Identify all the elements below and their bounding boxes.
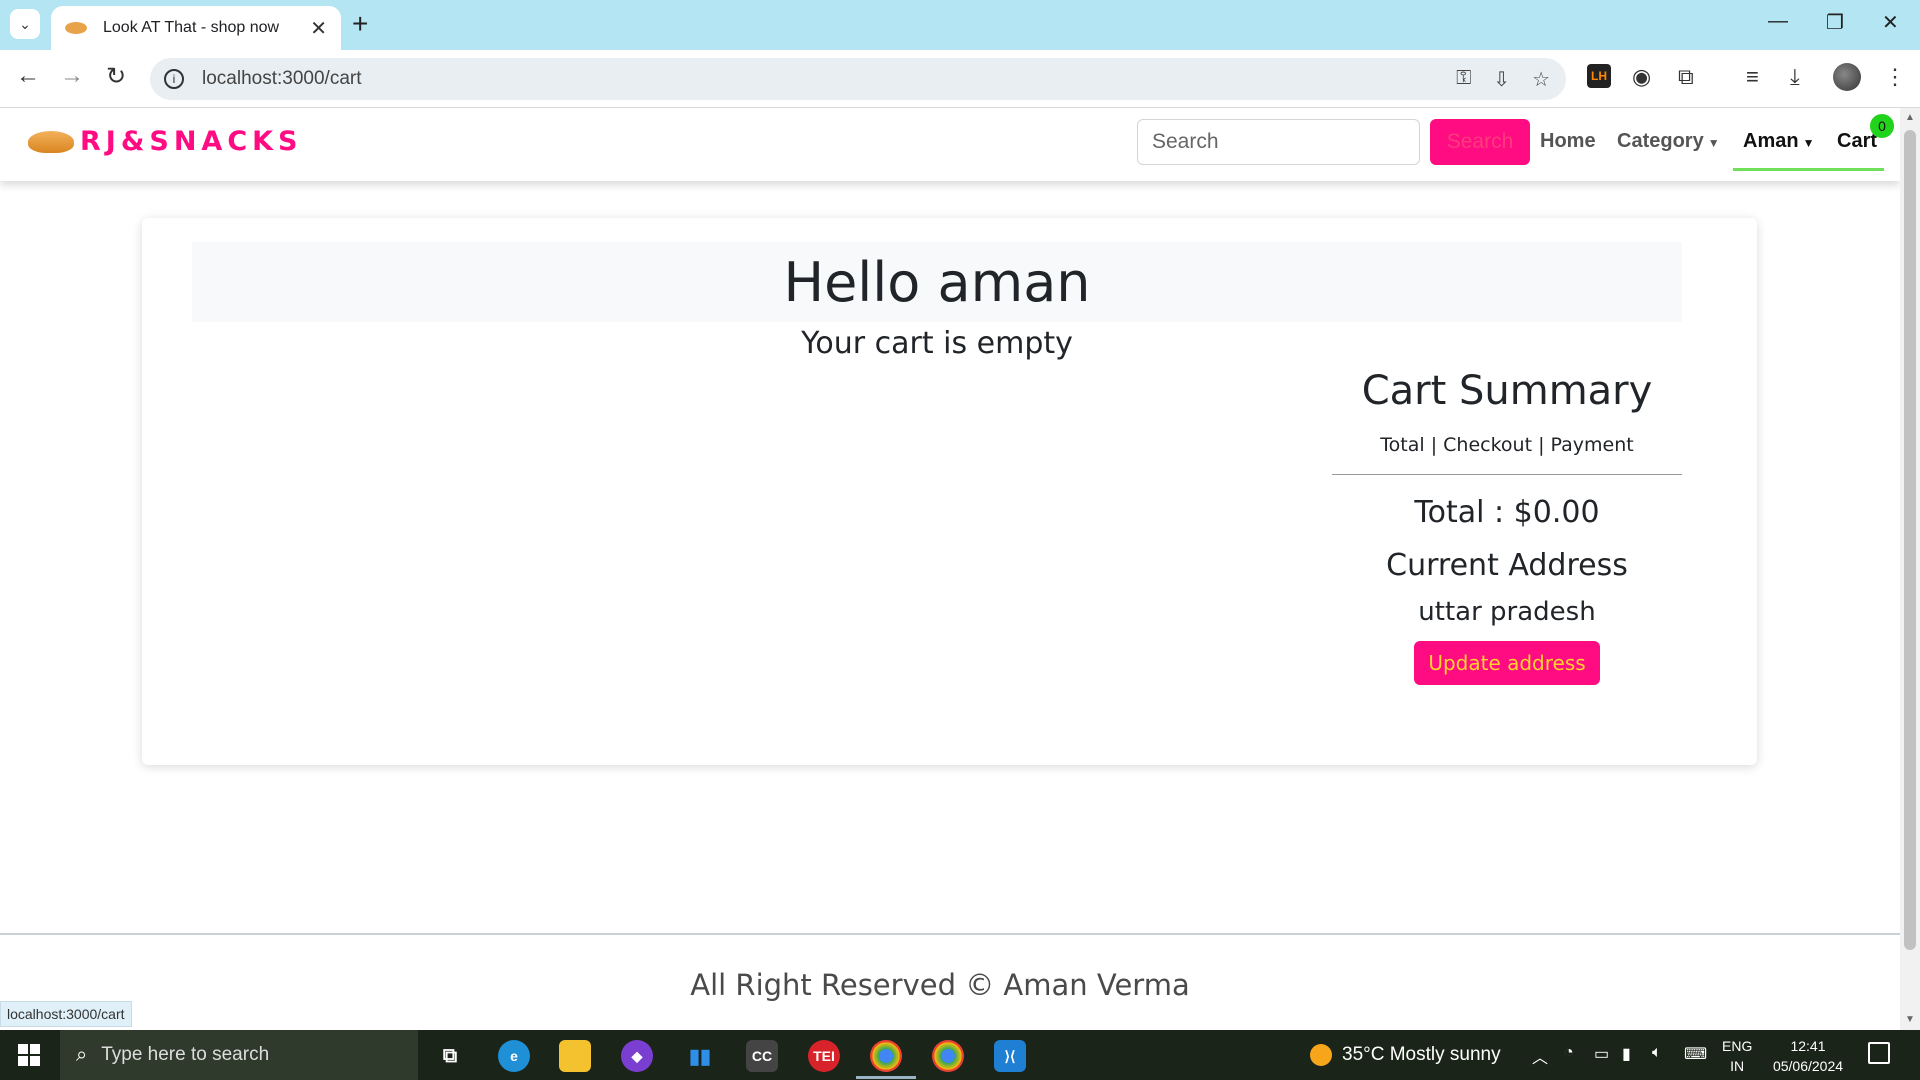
restore-icon[interactable]: ❐: [1826, 10, 1844, 35]
footer-copyright: All Right Reserved © Aman Verma: [690, 968, 1190, 1002]
search-button[interactable]: Search: [1430, 119, 1530, 165]
avatar[interactable]: [1833, 63, 1861, 91]
site-info-icon[interactable]: i: [164, 69, 184, 89]
volume-icon[interactable]: 🔈︎: [1652, 1044, 1662, 1062]
brand-name: RJ&SNACKS: [80, 126, 303, 157]
scroll-up-icon[interactable]: ▲: [1905, 112, 1915, 123]
notification-icon[interactable]: [1868, 1042, 1890, 1064]
show-hidden-icons[interactable]: ︿: [1532, 1044, 1548, 1068]
download-icon[interactable]: ⤓: [1790, 64, 1800, 90]
new-tab-icon[interactable]: +: [352, 8, 368, 40]
menu-dots-icon[interactable]: ⋮: [1884, 64, 1906, 90]
browser-tab[interactable]: Look AT That - shop now ✕: [51, 6, 341, 50]
chevron-down-icon: ⌄: [19, 15, 31, 32]
chart-app-icon[interactable]: ▮▮: [684, 1040, 716, 1072]
chrome-icon[interactable]: [870, 1040, 902, 1072]
page-viewport: RJ&SNACKS Search Search Home Category ▼ A…: [0, 108, 1900, 1030]
nav-user-label: Aman: [1743, 130, 1799, 152]
scroll-thumb[interactable]: [1904, 130, 1916, 950]
nav-category-label: Category: [1617, 130, 1704, 152]
nav-category-dropdown[interactable]: Category ▼: [1617, 130, 1720, 153]
key-icon[interactable]: ⚿: [1456, 67, 1471, 92]
search-icon: ⌕: [76, 1043, 88, 1066]
chrome-profile-icon[interactable]: [932, 1040, 964, 1072]
taskbar-search-placeholder: Type here to search: [101, 1044, 270, 1065]
empty-cart-message: Your cart is empty: [801, 326, 1073, 361]
task-view-icon[interactable]: ⧉: [434, 1040, 466, 1072]
cc-app-icon[interactable]: CC: [746, 1040, 778, 1072]
search-input[interactable]: Search: [1137, 119, 1420, 165]
keyboard-icon[interactable]: ⌨︎: [1684, 1044, 1707, 1064]
battery-icon[interactable]: ▮: [1622, 1044, 1631, 1064]
cart-summary: Cart Summary Total | Checkout | Payment …: [1332, 368, 1682, 685]
cart-count-badge: 0: [1870, 114, 1894, 138]
app-icon[interactable]: ◆: [621, 1040, 653, 1072]
scroll-down-icon[interactable]: ▼: [1905, 1014, 1915, 1025]
caret-down-icon: ▼: [1707, 136, 1720, 150]
weather-text: 35°C Mostly sunny: [1342, 1044, 1501, 1065]
puzzle-extensions-icon[interactable]: ⧉: [1678, 64, 1694, 90]
address-value: uttar pradesh: [1418, 597, 1596, 627]
star-icon[interactable]: ☆: [1532, 67, 1550, 92]
weather-widget[interactable]: 35°C Mostly sunny: [1310, 1044, 1501, 1066]
nav-user-dropdown[interactable]: Aman ▼: [1743, 130, 1814, 153]
browser-tab-strip: ⌄ Look AT That - shop now ✕ + — ❐ ✕: [0, 0, 1920, 50]
address-label: Current Address: [1386, 548, 1628, 583]
minimize-icon[interactable]: —: [1768, 10, 1788, 33]
cart-underline: [1826, 168, 1884, 171]
back-icon[interactable]: ←: [16, 62, 40, 90]
system-clock[interactable]: 12:41 05/06/2024: [1768, 1036, 1848, 1076]
lighthouse-extension-icon[interactable]: LH: [1587, 64, 1611, 88]
lang-code: ENG: [1722, 1038, 1753, 1054]
window-close-icon[interactable]: ✕: [1882, 10, 1899, 35]
browser-toolbar: ← → ↻ i localhost:3000/cart ⚿ ⇩ ☆ LH ◉ ⧉…: [0, 50, 1920, 108]
windows-start-icon[interactable]: [18, 1044, 40, 1066]
summary-divider: [1332, 474, 1682, 475]
lang-region: IN: [1730, 1058, 1745, 1074]
active-underline: [1733, 168, 1826, 171]
summary-subtitle: Total | Checkout | Payment: [1380, 434, 1634, 456]
page-scrollbar[interactable]: ▲ ▼: [1900, 108, 1920, 1030]
weather-sun-icon: [1310, 1044, 1332, 1066]
github-extension-icon[interactable]: ◉: [1632, 64, 1651, 90]
greeting-heading: Hello aman: [192, 242, 1682, 322]
wifi-icon[interactable]: ◔: [1564, 1044, 1574, 1062]
meet-icon[interactable]: ▭: [1594, 1044, 1609, 1064]
reload-icon[interactable]: ↻: [106, 62, 126, 91]
snack-logo-icon: [28, 130, 74, 153]
clock-date: 05/06/2024: [1772, 1058, 1844, 1074]
file-explorer-icon[interactable]: [559, 1040, 591, 1072]
caret-down-icon: ▼: [1802, 136, 1815, 150]
nav-cart-link[interactable]: Cart: [1837, 130, 1877, 153]
forward-icon[interactable]: →: [60, 62, 84, 90]
cart-card: Hello aman Your cart is empty Cart Summa…: [142, 218, 1757, 765]
close-icon[interactable]: ✕: [310, 16, 327, 41]
media-icon[interactable]: ≡: [1746, 64, 1759, 90]
status-bar-url: localhost:3000/cart: [0, 1001, 132, 1027]
summary-total: Total : $0.00: [1414, 495, 1600, 530]
brand-link[interactable]: RJ&SNACKS: [28, 126, 303, 157]
chrome-active-indicator: [856, 1076, 916, 1079]
site-navbar: RJ&SNACKS Search Search Home Category ▼ A…: [0, 108, 1900, 181]
footer-divider: [0, 933, 1900, 935]
address-bar[interactable]: i localhost:3000/cart ⚿ ⇩ ☆: [150, 58, 1566, 100]
tei-app-icon[interactable]: TEI: [808, 1040, 840, 1072]
summary-title: Cart Summary: [1361, 368, 1653, 414]
favicon-icon: [65, 22, 87, 34]
install-icon[interactable]: ⇩: [1493, 67, 1510, 92]
edge-icon[interactable]: e: [498, 1040, 530, 1072]
update-address-button[interactable]: Update address: [1414, 641, 1600, 685]
clock-time: 12:41: [1790, 1038, 1826, 1054]
vscode-icon[interactable]: ⟩⟨: [994, 1040, 1026, 1072]
url-text: localhost:3000/cart: [202, 68, 362, 89]
taskbar-search[interactable]: ⌕ Type here to search: [60, 1030, 418, 1080]
tab-search-button[interactable]: ⌄: [10, 9, 40, 39]
nav-home-link[interactable]: Home: [1540, 130, 1596, 153]
windows-taskbar: ⌕ Type here to search ⧉ e ◆ ▮▮ CC TEI ⟩⟨…: [0, 1030, 1920, 1080]
tab-title: Look AT That - shop now: [103, 19, 280, 36]
language-indicator[interactable]: ENG IN: [1722, 1036, 1752, 1076]
